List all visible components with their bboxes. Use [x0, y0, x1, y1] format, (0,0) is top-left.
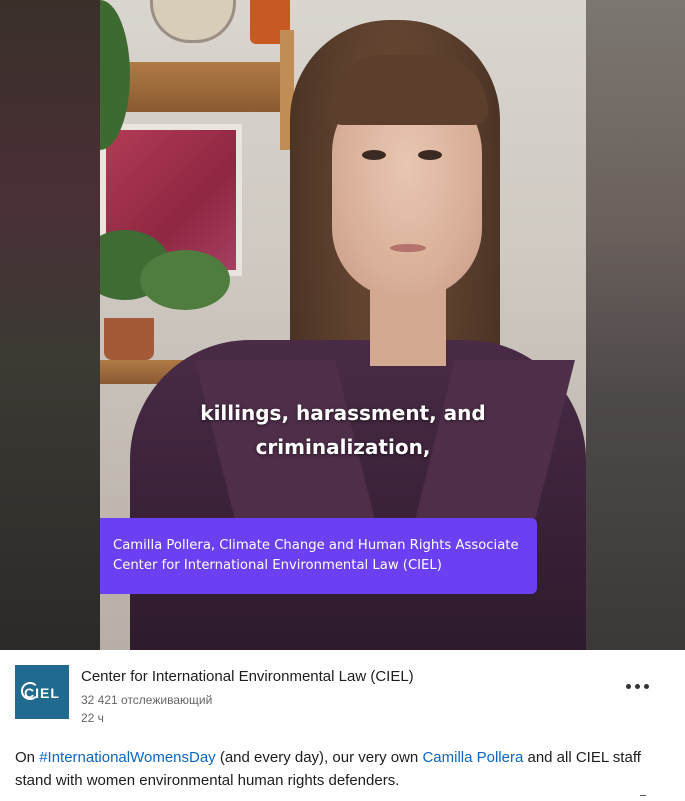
video-blur-right — [586, 0, 685, 650]
subtitle-line: criminalization, — [255, 435, 431, 459]
author-name-link[interactable]: Center for International Environmental L… — [81, 668, 414, 685]
logo-text: CIEL — [24, 685, 60, 701]
more-options-button[interactable] — [622, 676, 652, 696]
post-timestamp: 22 ч — [81, 711, 104, 725]
divider — [640, 795, 646, 796]
follower-count: 32 421 отслеживающий — [81, 693, 213, 707]
more-horizontal-icon — [625, 683, 631, 689]
video-player[interactable]: killings, harassment, and criminalizatio… — [0, 0, 685, 650]
more-horizontal-icon — [634, 683, 640, 689]
speaker-organization: Center for International Environmental L… — [113, 558, 442, 573]
post-text-middle: (and every day), our very own — [215, 749, 423, 766]
globe-image — [150, 0, 236, 43]
post-text: On #InternationalWomensDay (and every da… — [15, 746, 677, 792]
person-neck-image — [370, 286, 446, 366]
person-eye-image — [362, 150, 386, 160]
speaker-name: Camilla Pollera, Climate Change and Huma… — [113, 538, 519, 553]
mention-link[interactable]: Camilla Pollera — [422, 749, 523, 766]
person-eye-image — [418, 150, 442, 160]
company-logo[interactable]: CIEL — [15, 665, 69, 719]
hashtag-link[interactable]: #InternationalWomensDay — [39, 749, 215, 766]
post-text-prefix: On — [15, 749, 40, 766]
speaker-namecard: Camilla Pollera, Climate Change and Huma… — [100, 518, 537, 594]
more-horizontal-icon — [643, 683, 649, 689]
video-subtitle: killings, harassment, and criminalizatio… — [100, 396, 586, 464]
person-hair-image — [328, 55, 488, 125]
subtitle-line: killings, harassment, and — [200, 401, 486, 425]
person-mouth-image — [390, 244, 426, 252]
plant-image — [140, 250, 230, 310]
pot-image — [104, 318, 154, 360]
video-blur-left — [0, 0, 100, 650]
